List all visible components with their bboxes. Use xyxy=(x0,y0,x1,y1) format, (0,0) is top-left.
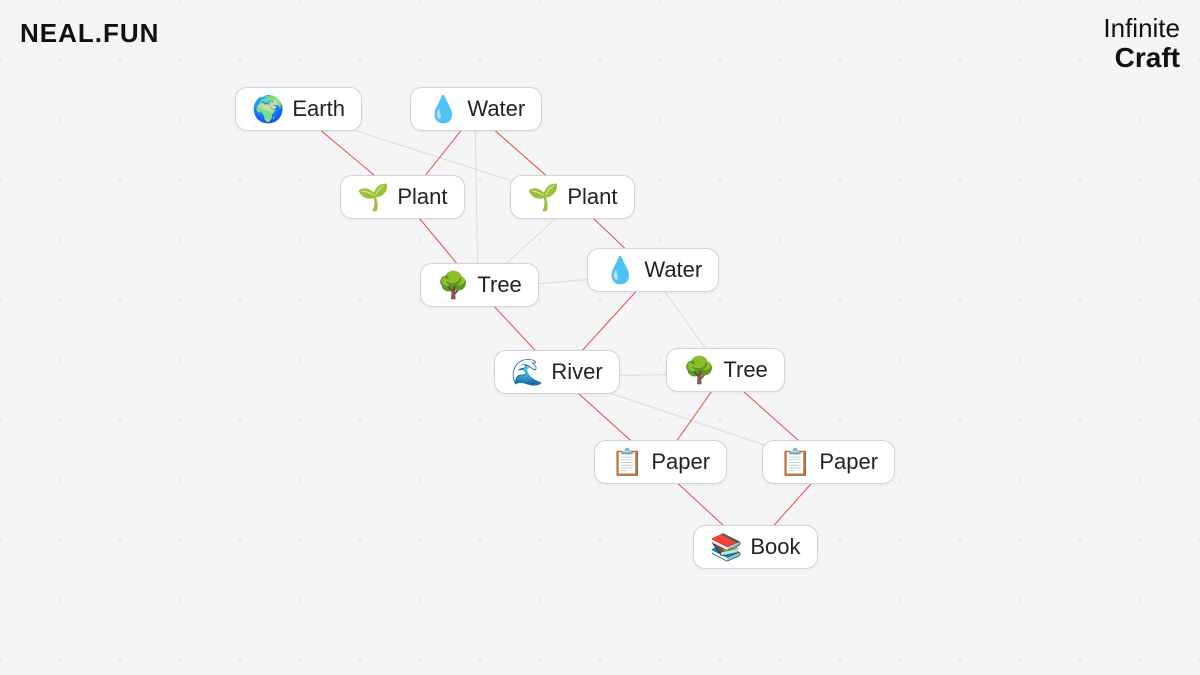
node-tree1[interactable]: 🌳 Tree xyxy=(420,263,539,307)
node-label-plant2: Plant xyxy=(567,184,617,210)
node-label-tree1: Tree xyxy=(477,272,521,298)
logo-neal: NEAL.FUN xyxy=(20,18,159,49)
node-river1[interactable]: 🌊 River xyxy=(494,350,620,394)
node-plant1[interactable]: 🌱 Plant xyxy=(340,175,465,219)
node-paper1[interactable]: 📋 Paper xyxy=(594,440,727,484)
node-water2[interactable]: 💧 Water xyxy=(587,248,719,292)
node-label-tree2: Tree xyxy=(723,357,767,383)
node-label-plant1: Plant xyxy=(397,184,447,210)
node-tree2[interactable]: 🌳 Tree xyxy=(666,348,785,392)
node-label-paper2: Paper xyxy=(819,449,878,475)
node-icon-book1: 📚 xyxy=(710,534,742,560)
node-icon-earth1: 🌍 xyxy=(252,96,284,122)
node-book1[interactable]: 📚 Book xyxy=(693,525,818,569)
node-icon-paper2: 📋 xyxy=(779,449,811,475)
logo-infinite: Infinite Craft xyxy=(1103,14,1180,73)
node-icon-water2: 💧 xyxy=(604,257,636,283)
node-label-water1: Water xyxy=(467,96,525,122)
node-water1[interactable]: 💧 Water xyxy=(410,87,542,131)
node-label-water2: Water xyxy=(644,257,702,283)
node-icon-paper1: 📋 xyxy=(611,449,643,475)
connections-svg xyxy=(0,0,1200,675)
node-icon-plant1: 🌱 xyxy=(357,184,389,210)
node-icon-water1: 💧 xyxy=(427,96,459,122)
node-label-earth1: Earth xyxy=(292,96,345,122)
node-label-book1: Book xyxy=(750,534,800,560)
node-plant2[interactable]: 🌱 Plant xyxy=(510,175,635,219)
node-icon-river1: 🌊 xyxy=(511,359,543,385)
node-label-river1: River xyxy=(551,359,602,385)
node-icon-tree2: 🌳 xyxy=(683,357,715,383)
node-icon-tree1: 🌳 xyxy=(437,272,469,298)
node-label-paper1: Paper xyxy=(651,449,710,475)
node-earth1[interactable]: 🌍 Earth xyxy=(235,87,362,131)
node-icon-plant2: 🌱 xyxy=(527,184,559,210)
node-paper2[interactable]: 📋 Paper xyxy=(762,440,895,484)
